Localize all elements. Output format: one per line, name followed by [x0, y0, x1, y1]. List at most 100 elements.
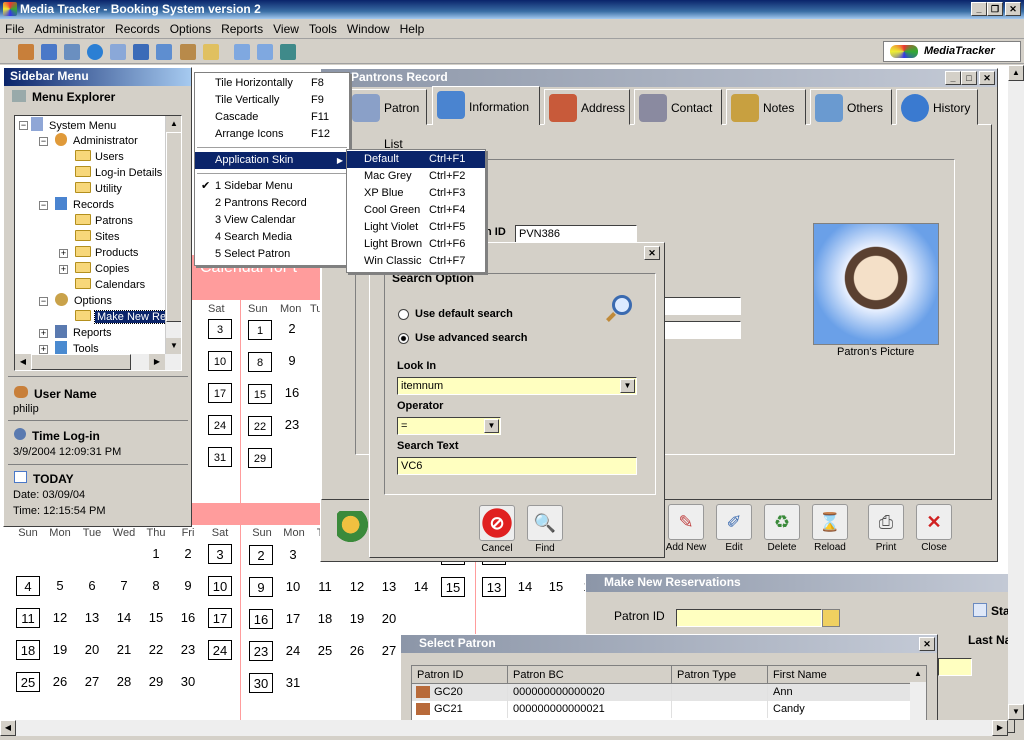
folder-tool-icon[interactable]	[203, 44, 219, 60]
tree-utility[interactable]: Utility	[75, 181, 122, 197]
skin-default[interactable]: Default Ctrl+F1	[347, 151, 485, 168]
menu-item-cascade[interactable]: Cascade F11	[195, 109, 349, 126]
tab-address[interactable]: Address	[544, 89, 630, 125]
look-in-dropdown-arrow[interactable]: ▼	[620, 379, 635, 393]
collapse-toggle[interactable]: −	[39, 137, 48, 146]
tab-others[interactable]: Others	[810, 89, 892, 125]
calendar-day[interactable]: 7	[112, 576, 136, 596]
menu-item-window-3[interactable]: 3 View Calendar	[195, 212, 349, 229]
menu-file[interactable]: File	[0, 19, 29, 36]
expand-toggle[interactable]: +	[59, 249, 68, 258]
tab-information[interactable]: Information	[432, 86, 540, 125]
scroll-down-arrow[interactable]: ▼	[166, 338, 181, 354]
scroll-up-arrow[interactable]: ▲	[1008, 65, 1024, 81]
col-patron-bc[interactable]: Patron BC	[508, 666, 672, 683]
tree-copies[interactable]: Copies	[75, 261, 129, 277]
calendar-day[interactable]: 15	[544, 577, 568, 597]
scroll-left-arrow[interactable]: ◀	[15, 354, 31, 370]
skin-mac-grey[interactable]: Mac Grey Ctrl+F2	[347, 168, 485, 185]
calendar-day[interactable]: 16	[249, 609, 273, 629]
calendar-day[interactable]: 2	[249, 545, 273, 565]
col-patron-type[interactable]: Patron Type	[672, 666, 768, 683]
menu-reports[interactable]: Reports	[216, 19, 268, 36]
calendar-day[interactable]: 3	[208, 319, 232, 339]
calendar-day[interactable]: 3	[281, 545, 305, 565]
last-name-input[interactable]	[938, 658, 972, 676]
calendar-day[interactable]: 15	[144, 608, 168, 628]
calendar-day[interactable]: 11	[313, 577, 337, 597]
calendar-day[interactable]: 6	[80, 576, 104, 596]
calendar-day[interactable]: 10	[208, 351, 232, 371]
tree-records[interactable]: Records	[55, 197, 114, 213]
calendar-day[interactable]: 2	[280, 319, 304, 339]
tree-calendars[interactable]: Calendars	[75, 277, 145, 293]
calendar-day[interactable]: 25	[313, 641, 337, 661]
calendar-day[interactable]: 16	[176, 608, 200, 628]
calendar-day[interactable]: 8	[144, 576, 168, 596]
edit-button[interactable]: ✐ Edit	[714, 504, 754, 553]
calendar-day[interactable]: 24	[208, 640, 232, 660]
grid-vscrollbar[interactable]: ▲	[910, 666, 926, 724]
reload-button[interactable]: ⌛ Reload	[810, 504, 850, 553]
menu-options[interactable]: Options	[165, 19, 216, 36]
patron-minimize-button[interactable]: _	[945, 71, 961, 85]
collapse-toggle[interactable]: −	[39, 201, 48, 210]
calendar-day[interactable]: 13	[482, 577, 506, 597]
calendar-day[interactable]: 31	[208, 447, 232, 467]
calendar-day[interactable]: 10	[208, 576, 232, 596]
menu-item-window-1[interactable]: ✔ 1 Sidebar Menu	[195, 178, 349, 195]
scroll-up-arrow[interactable]: ▲	[910, 666, 926, 682]
col-first-name[interactable]: First Name	[768, 666, 912, 683]
menu-view[interactable]: View	[268, 19, 304, 36]
calendar-day[interactable]: 23	[280, 415, 304, 435]
calendar-day[interactable]: 22	[248, 416, 272, 436]
calendar-day[interactable]: 24	[281, 641, 305, 661]
collapse-toggle[interactable]: −	[39, 297, 48, 306]
patron-maximize-button[interactable]: □	[961, 71, 977, 85]
menu-item-window-5[interactable]: 5 Select Patron	[195, 246, 349, 263]
calendar-tool-icon[interactable]	[41, 44, 57, 60]
calendar-day[interactable]: 30	[176, 672, 200, 692]
calendar-day[interactable]: 14	[112, 608, 136, 628]
calendar-day[interactable]: 28	[112, 672, 136, 692]
tools-tool-icon[interactable]	[180, 44, 196, 60]
tile-horizontal-icon[interactable]	[234, 44, 250, 60]
close-record-button[interactable]: ✕ Close	[914, 504, 954, 553]
tree-system-menu[interactable]: System Menu	[31, 117, 116, 133]
scroll-down-arrow[interactable]: ▼	[1008, 704, 1024, 720]
look-in-select[interactable]: itemnum	[397, 377, 637, 395]
collapse-toggle[interactable]: −	[19, 121, 28, 130]
calendar-day[interactable]: 19	[345, 609, 369, 629]
menu-item-window-4[interactable]: 4 Search Media	[195, 229, 349, 246]
tree-patrons[interactable]: Patrons	[75, 213, 133, 229]
expand-toggle[interactable]: +	[59, 265, 68, 274]
col-patron-id[interactable]: Patron ID	[412, 666, 508, 683]
select-patron-close-button[interactable]: ✕	[919, 637, 935, 651]
menu-administrator[interactable]: Administrator	[29, 19, 110, 36]
menu-item-tile-vertically[interactable]: Tile Vertically F9	[195, 92, 349, 109]
calendar-day[interactable]: 25	[16, 672, 40, 692]
scroll-up-arrow[interactable]: ▲	[166, 116, 181, 132]
menu-records[interactable]: Records	[110, 19, 165, 36]
calendar-day[interactable]: 26	[345, 641, 369, 661]
calendar-day[interactable]: 2	[176, 544, 200, 564]
calendar-day[interactable]: 18	[16, 640, 40, 660]
calendar-day[interactable]: 9	[249, 577, 273, 597]
calendar-day[interactable]: 24	[208, 415, 232, 435]
calendar-day[interactable]: 3	[208, 544, 232, 564]
lookup-icon[interactable]	[822, 609, 840, 627]
menu-help[interactable]: Help	[395, 19, 430, 36]
tab-contact[interactable]: Contact	[634, 89, 722, 125]
delete-button[interactable]: ♻ Delete	[762, 504, 802, 553]
scroll-right-arrow[interactable]: ▶	[992, 720, 1008, 736]
calendar-day[interactable]: 27	[377, 641, 401, 661]
reservation-patron-id-input[interactable]	[676, 609, 822, 627]
print-button[interactable]: ⎙ Print	[866, 504, 906, 553]
arrange-icon[interactable]	[280, 44, 296, 60]
calendar-day[interactable]: 15	[441, 577, 465, 597]
calendar-day[interactable]: 13	[80, 608, 104, 628]
calendar-day[interactable]: 22	[144, 640, 168, 660]
media-tool-icon[interactable]	[64, 44, 80, 60]
users-tool-icon[interactable]	[18, 44, 34, 60]
document-tool-icon[interactable]	[110, 44, 126, 60]
